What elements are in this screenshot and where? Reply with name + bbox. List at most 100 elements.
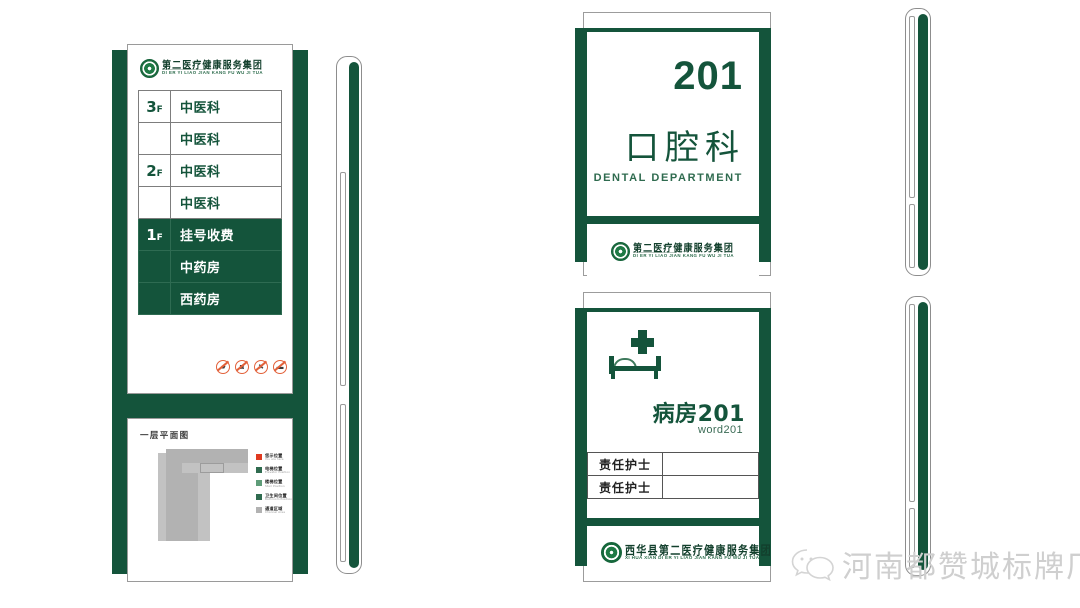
brand-logo-icon: [140, 59, 159, 78]
legend-text: 通道区域 Channel Area: [265, 505, 286, 515]
corridor-right: [224, 463, 248, 473]
dental-green-frame: 201 口腔科 DENTAL DEPARTMENT 第二医疗健康服务集团 DI …: [575, 28, 771, 276]
wechat-icon: [790, 547, 836, 582]
nurse-label-cell: 责任护士: [587, 475, 663, 499]
nurse-value-cell[interactable]: [662, 475, 759, 499]
legend-item: 通道区域 Channel Area: [256, 506, 304, 515]
legend-item: 您示位置 You are here: [256, 453, 304, 462]
totem-directory-panel: 第二医疗健康服务集团 DI ER YI LIAO JIAN KANG FU WU…: [127, 44, 293, 394]
nurse-assignment-table: 责任护士 责任护士: [587, 452, 759, 499]
directory-floor-cell: [138, 282, 171, 315]
brand-name-pinyin: DI ER YI LIAO JIAN KANG FU WU JI TUA: [162, 70, 264, 75]
brand-lockup-ward: 西华县第二医疗健康服务集团 XI HUA XIAN DI ER YI LIAO …: [601, 540, 771, 564]
floorplan-map: [158, 449, 248, 541]
legend-text: 卫生间位置 Bathroom Position: [265, 492, 293, 501]
directory-name-cell: 中医科: [170, 186, 282, 219]
dental-face-panel: 201 口腔科 DENTAL DEPARTMENT: [587, 32, 759, 216]
nurse-row: 责任护士: [587, 475, 759, 499]
directory-totem-side-view: [336, 56, 362, 574]
dental-name-cn: 口腔科: [625, 128, 745, 168]
ward-face-panel: 病房201 word201 责任护士 责任护士: [587, 312, 759, 518]
bed-leg-left: [611, 371, 615, 379]
legend-text: 楼梯位置 Stair Position: [265, 479, 285, 488]
floorplan-title: 一层平面图: [140, 431, 190, 441]
hospital-bed-icon: [609, 330, 665, 380]
legend-swatch-icon: [256, 493, 262, 500]
profile-green-face: [918, 302, 928, 570]
totem-floorplan-panel: 一层平面图 您示位置 You are here 电梯位置 Elevator Posit…: [127, 418, 293, 582]
profile-slot-lower: [340, 404, 346, 562]
floor-directory-table: 3F 中医科 中医科 2F 中医科 中医科 1F 挂号收费 中药房 西药房: [138, 90, 282, 315]
legend-swatch-icon: [256, 467, 262, 474]
dental-sign-side-view: [905, 8, 931, 276]
dental-room-number: 201: [673, 54, 743, 98]
directory-totem-front-view: 第二医疗健康服务集团 DI ER YI LIAO JIAN KANG FU WU…: [112, 44, 308, 582]
corridor-vertical-2: [182, 473, 198, 541]
directory-floor-cell: [138, 250, 171, 283]
dental-department-sign: 201 口腔科 DENTAL DEPARTMENT 第二医疗健康服务集团 DI …: [575, 12, 771, 276]
profile-green-face: [918, 14, 928, 270]
no-pets-icon: ✖: [254, 360, 268, 374]
legend-swatch-icon: [256, 454, 262, 460]
directory-floor-cell: [138, 186, 171, 219]
profile-slot-upper: [909, 304, 915, 502]
brand-lockup-dental: 第二医疗健康服务集团 DI ER YI LIAO JIAN KANG FU WU…: [611, 240, 745, 261]
directory-name-cell: 中药房: [170, 250, 282, 283]
brand-lockup-totem: 第二医疗健康服务集团 DI ER YI LIAO JIAN KANG FU WU…: [140, 57, 280, 79]
prohibition-icon-group: ▰ ◙ ✖ ▬: [216, 360, 287, 374]
directory-name-cell: 挂号收费: [170, 218, 282, 251]
directory-row: 西药房: [138, 282, 282, 315]
no-smoking-icon: ▰: [216, 360, 230, 374]
signage-layout-canvas: 第二医疗健康服务集团 DI ER YI LIAO JIAN KANG FU WU…: [0, 0, 1080, 608]
wechat-footer[interactable]: 河南都赞城标牌厂: [790, 538, 1080, 590]
directory-name-cell: 中医科: [170, 154, 282, 187]
corridor-left-outer: [158, 453, 166, 541]
ward-footer-panel: 西华县第二医疗健康服务集团 XI HUA XIAN DI ER YI LIAO …: [587, 526, 771, 580]
ward-green-frame: 病房201 word201 责任护士 责任护士 西华县第二医疗健康服务集团 XI …: [575, 308, 771, 580]
cross-horizontal: [631, 337, 654, 347]
directory-row: 中医科: [138, 186, 282, 219]
profile-green-face: [349, 62, 359, 568]
directory-floor-cell: 3F: [138, 90, 171, 123]
directory-row: 中医科: [138, 122, 282, 155]
profile-slot-upper: [909, 16, 915, 198]
profile-slot-lower: [909, 204, 915, 268]
dental-footer-panel: 第二医疗健康服务集团 DI ER YI LIAO JIAN KANG FU WU…: [587, 224, 759, 276]
corridor-left: [166, 463, 182, 541]
ward-name-en: word201: [698, 424, 743, 436]
directory-name-cell: 中医科: [170, 90, 282, 123]
corridor-vertical: [198, 473, 210, 541]
bed-leg-right: [654, 371, 658, 379]
no-photography-icon: ◙: [235, 360, 249, 374]
directory-floor-cell: 1F: [138, 218, 171, 251]
floorplan-legend: 您示位置 You are here 电梯位置 Elevator Position 楼梯位…: [256, 453, 304, 519]
dental-name-en: DENTAL DEPARTMENT: [593, 172, 743, 184]
wechat-label: 河南都赞城标牌厂: [842, 550, 1080, 585]
legend-swatch-icon: [256, 506, 262, 513]
directory-row: 2F 中医科: [138, 154, 282, 187]
legend-item: 卫生间位置 Bathroom Position: [256, 493, 304, 502]
nurse-value-cell[interactable]: [662, 452, 759, 476]
directory-name-cell: 中医科: [170, 122, 282, 155]
ward-room-sign: 病房201 word201 责任护士 责任护士 西华县第二医疗健康服务集团 XI …: [575, 292, 771, 582]
legend-text: 电梯位置 Elevator Position: [265, 466, 291, 475]
legend-swatch-icon: [256, 480, 262, 487]
brand-name-pinyin: DI ER YI LIAO JIAN KANG FU WU JI TUA: [633, 253, 735, 258]
nurse-label-cell: 责任护士: [587, 452, 663, 476]
room-label-box: [200, 463, 224, 473]
nurse-row: 责任护士: [587, 452, 759, 476]
directory-row: 3F 中医科: [138, 90, 282, 123]
brand-logo-icon: [611, 242, 630, 261]
directory-row: 1F 挂号收费: [138, 218, 282, 251]
ward-sign-side-view: [905, 296, 931, 576]
brand-name-pinyin-full: XI HUA XIAN DI ER YI LIAO JIAN KANG FU W…: [625, 555, 760, 560]
legend-item: 楼梯位置 Stair Position: [256, 479, 304, 488]
directory-row: 中药房: [138, 250, 282, 283]
legend-item: 电梯位置 Elevator Position: [256, 466, 304, 475]
legend-text: 您示位置 You are here: [265, 453, 284, 462]
directory-floor-cell: [138, 122, 171, 155]
directory-name-cell: 西药房: [170, 282, 282, 315]
brand-logo-icon: [601, 542, 622, 563]
directory-floor-cell: 2F: [138, 154, 171, 187]
profile-slot-upper: [340, 172, 346, 386]
